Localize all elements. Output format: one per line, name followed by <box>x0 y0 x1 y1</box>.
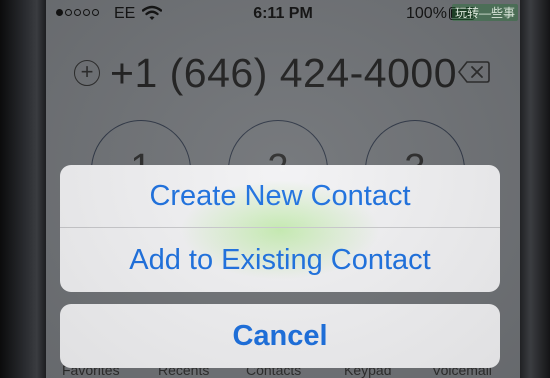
cancel-button[interactable]: Cancel <box>60 304 500 368</box>
phone-bezel-right <box>520 0 550 378</box>
watermark-logo: 玩转—些事 <box>451 4 518 21</box>
phone-screen: EE 6:11 PM 100% 玩转—些事 + +1 (646) 424-400… <box>46 0 520 378</box>
action-sheet-options: Create New Contact Add to Existing Conta… <box>60 165 500 292</box>
status-bar: EE 6:11 PM 100% 玩转—些事 <box>46 0 520 28</box>
action-sheet-cancel: Cancel <box>60 304 500 368</box>
add-number-icon[interactable]: + <box>74 60 100 86</box>
create-new-contact-button[interactable]: Create New Contact <box>60 165 500 228</box>
add-to-existing-contact-button[interactable]: Add to Existing Contact <box>60 228 500 292</box>
dialed-number: +1 (646) 424-4000 <box>110 50 458 96</box>
delete-backspace-icon[interactable] <box>458 60 490 84</box>
phone-bezel-left <box>0 0 46 378</box>
battery-percent: 100% <box>406 5 447 22</box>
